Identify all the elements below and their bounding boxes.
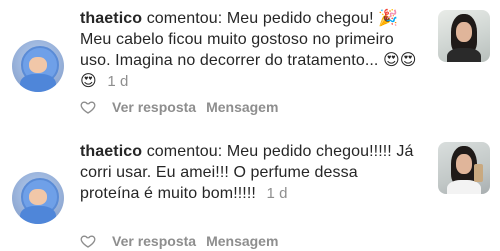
avatar[interactable]	[12, 40, 64, 92]
view-replies-link[interactable]: Ver resposta	[112, 99, 196, 115]
avatar-face	[29, 57, 47, 73]
thumbnail-shirt	[447, 48, 481, 62]
comment-actions: Ver resposta Mensagem	[80, 231, 288, 251]
comment-actions: Ver resposta Mensagem	[80, 97, 288, 117]
thumbnail-face	[456, 154, 472, 174]
comment-text: thaetico comentou: Meu pedido chegou! 🎉 …	[80, 8, 420, 92]
comment-item: thaetico comentou: Meu pedido chegou! 🎉 …	[0, 0, 500, 124]
post-thumbnail[interactable]	[438, 10, 490, 62]
heart-outline-icon[interactable]	[80, 99, 96, 115]
username[interactable]: thaetico	[80, 143, 142, 160]
timestamp: 1 d	[107, 73, 129, 90]
comment-text: thaetico comentou: Meu pedido chegou!!!!…	[80, 141, 420, 204]
message-button[interactable]: Mensagem	[206, 99, 278, 115]
comment-item: thaetico comentou: Meu pedido chegou!!!!…	[0, 124, 500, 249]
thumbnail-shirt	[447, 180, 481, 194]
post-thumbnail[interactable]	[438, 142, 490, 194]
thumbnail-product	[474, 164, 483, 182]
avatar[interactable]	[12, 172, 64, 224]
username[interactable]: thaetico	[80, 10, 142, 27]
avatar-body	[20, 74, 56, 92]
timestamp: 1 d	[266, 185, 288, 202]
thumbnail-face	[456, 22, 472, 42]
avatar-face	[29, 189, 47, 205]
avatar-body	[20, 206, 56, 224]
